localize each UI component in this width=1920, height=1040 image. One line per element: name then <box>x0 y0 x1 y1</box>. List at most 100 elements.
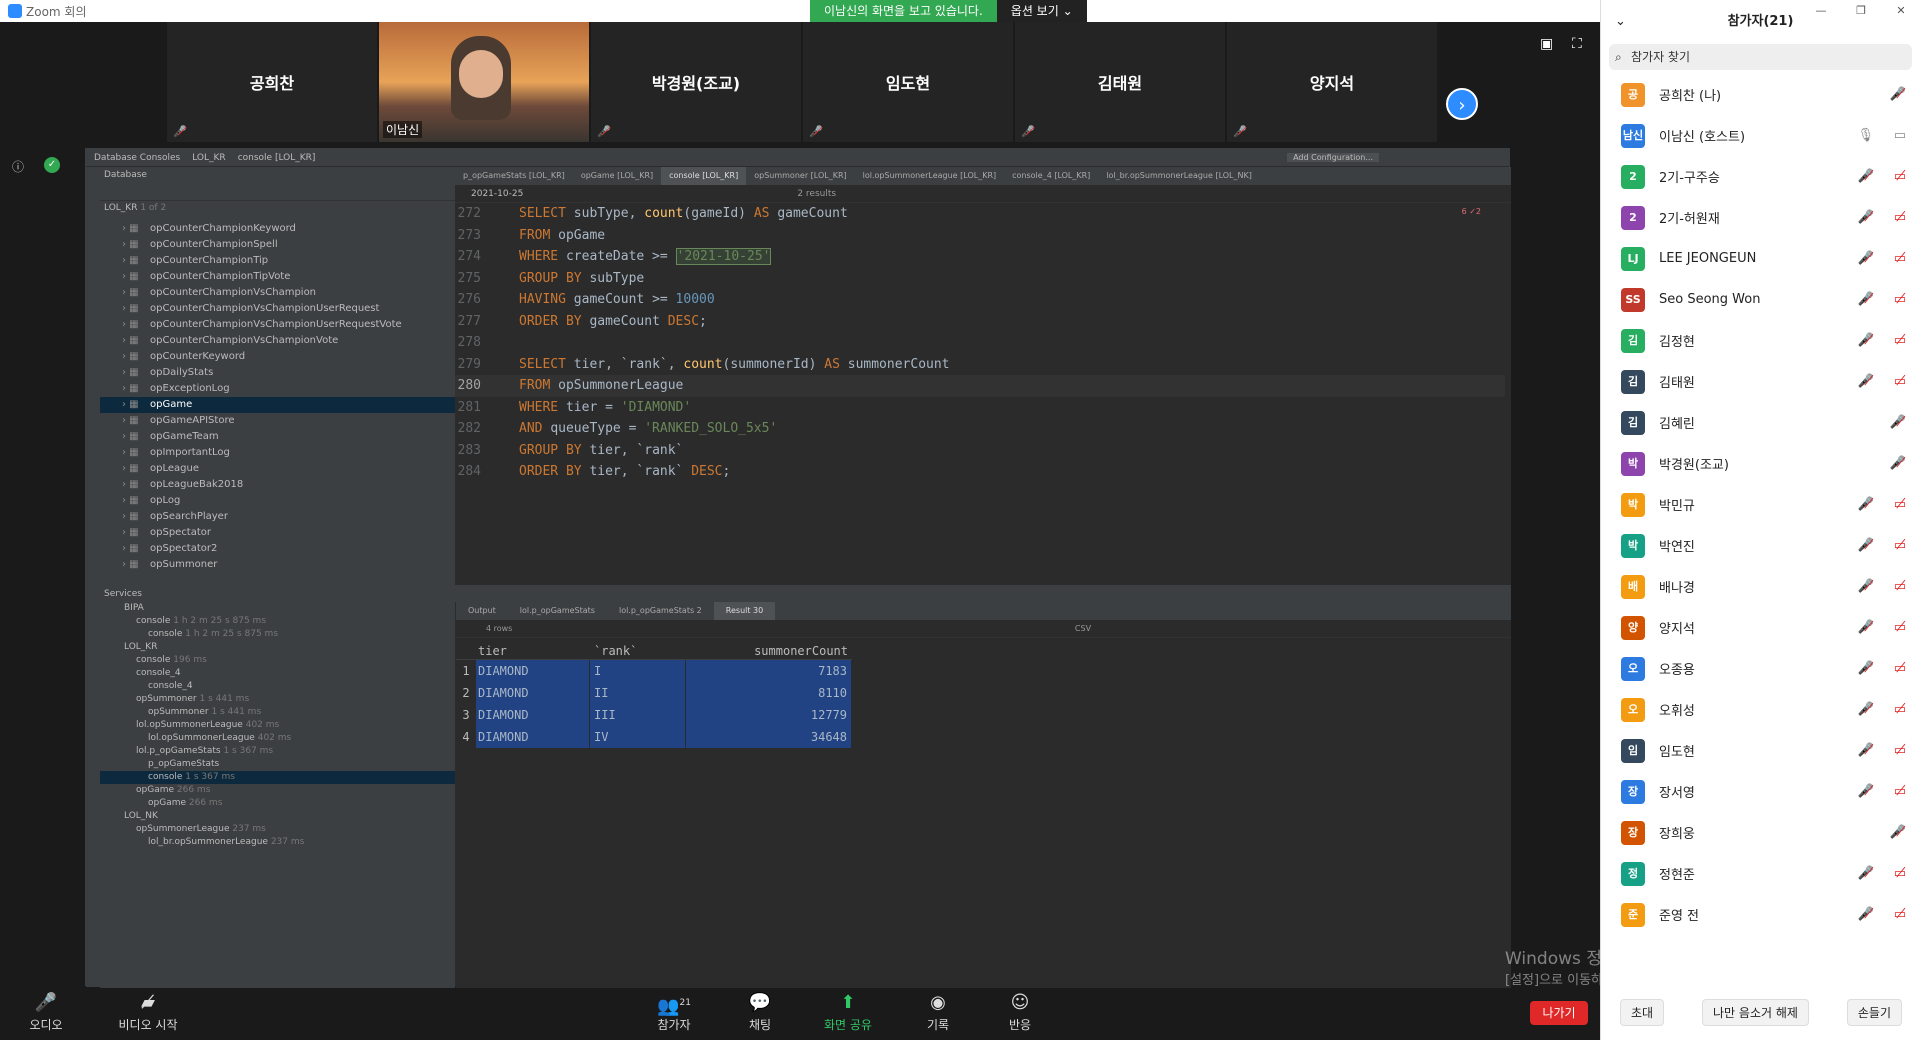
mic-muted-icon[interactable]: 🎤̸ <box>1858 497 1874 512</box>
table-tree-item[interactable]: opLeagueBak2018 <box>100 477 455 493</box>
code-line[interactable]: 279 SELECT tier, `rank`, count(summonerId… <box>455 354 1505 376</box>
code-line[interactable]: 273 FROM opGame <box>455 225 1505 247</box>
code-line[interactable]: 282 AND queueType = 'RANKED_SOLO_5x5' <box>455 418 1505 440</box>
table-tree-item[interactable]: opExceptionLog <box>100 381 455 397</box>
table-cell[interactable]: 7183 <box>686 660 852 682</box>
participant-row[interactable]: 2 2기-허원재 🎤̸ ▭̸ <box>1601 197 1920 238</box>
video-off-icon[interactable]: ▭̸ <box>1894 497 1906 512</box>
mic-muted-icon[interactable]: 🎤̸ <box>1858 538 1874 553</box>
leave-button[interactable]: 나가기 <box>1530 1001 1588 1025</box>
participant-search-input[interactable]: ⌕ 참가자 찾기 <box>1609 44 1912 70</box>
table-row[interactable]: 1 DIAMOND I 7183 <box>456 660 852 682</box>
video-off-icon[interactable]: ▭̸ <box>1894 210 1906 225</box>
mic-muted-icon[interactable]: 🎤̸ <box>1858 333 1874 348</box>
mic-muted-icon[interactable]: 🎤̸ <box>1890 415 1906 430</box>
participant-row[interactable]: 박 박연진 🎤̸ ▭̸ <box>1601 525 1920 566</box>
database-toolbar[interactable] <box>100 183 455 201</box>
service-tree-item[interactable]: console 1 h 2 m 25 s 875 ms <box>100 615 455 628</box>
mic-muted-icon[interactable]: 🎤̸ <box>1890 456 1906 471</box>
video-off-icon[interactable]: ▭̸ <box>1894 579 1906 594</box>
participant-row[interactable]: 공 공희찬 (나) 🎤̸ <box>1601 74 1920 115</box>
add-configuration-button[interactable]: Add Configuration... <box>1287 153 1379 162</box>
table-cell[interactable]: 12779 <box>686 704 852 726</box>
result-tab[interactable]: lol.p_opGameStats <box>508 602 607 620</box>
service-tree-item[interactable]: console 1 s 367 ms <box>100 771 455 784</box>
service-tree-item[interactable]: opSummoner 1 s 441 ms <box>100 706 455 719</box>
table-tree-item[interactable]: opSummoner <box>100 557 455 573</box>
video-off-icon[interactable]: ▭̸ <box>1894 169 1906 184</box>
table-cell[interactable]: 3 <box>456 704 476 726</box>
video-tile[interactable]: 박경원(조교) 🎤̸ <box>591 22 801 142</box>
service-tree-item[interactable]: opSummonerLeague 237 ms <box>100 823 455 836</box>
mic-muted-icon[interactable]: 🎤̸ <box>1858 907 1874 922</box>
video-off-icon[interactable]: ▭̸ <box>1894 251 1906 266</box>
participant-row[interactable]: 김 김혜린 🎤̸ <box>1601 402 1920 443</box>
participant-row[interactable]: 박 박민규 🎤̸ ▭̸ <box>1601 484 1920 525</box>
tool-window-stripe[interactable] <box>86 167 100 987</box>
video-off-icon[interactable]: ▭̸ <box>1894 702 1906 717</box>
service-tree-item[interactable]: opSummoner 1 s 441 ms <box>100 693 455 706</box>
participant-row[interactable]: 배 배나경 🎤̸ ▭̸ <box>1601 566 1920 607</box>
participant-row[interactable]: 양 양지석 🎤̸ ▭̸ <box>1601 607 1920 648</box>
video-on-icon[interactable]: ▭ <box>1894 128 1906 143</box>
participant-row[interactable]: 준 준영 전 🎤̸ ▭̸ <box>1601 894 1920 935</box>
next-page-button[interactable]: › <box>1446 88 1478 120</box>
table-cell[interactable]: I <box>590 660 686 682</box>
service-tree-item[interactable]: console 1 h 2 m 25 s 875 ms <box>100 628 455 641</box>
table-cell[interactable]: 8110 <box>686 682 852 704</box>
participant-row[interactable]: 오 오휘성 🎤̸ ▭̸ <box>1601 689 1920 730</box>
table-cell[interactable]: 2 <box>456 682 476 704</box>
table-tree-item[interactable]: opLog <box>100 493 455 509</box>
service-tree-item[interactable]: lol.p_opGameStats 1 s 367 ms <box>100 745 455 758</box>
table-tree-item[interactable]: opCounterChampionVsChampion <box>100 285 455 301</box>
editor-tab[interactable]: console_4 [LOL_KR] <box>1004 167 1098 185</box>
table-tree-item[interactable]: opGameTeam <box>100 429 455 445</box>
participant-row[interactable]: 장 장희웅 🎤̸ <box>1601 812 1920 853</box>
table-tree-item[interactable]: opCounterKeyword <box>100 349 455 365</box>
service-tree-item[interactable]: LOL_NK <box>100 810 455 823</box>
table-tree-item[interactable]: opCounterChampionTipVote <box>100 269 455 285</box>
service-tree-item[interactable]: LOL_KR <box>100 641 455 654</box>
mic-muted-icon[interactable]: 🎤̸ <box>1858 661 1874 676</box>
reactions-button[interactable]: ☺ 반응 <box>990 990 1050 1033</box>
video-off-icon[interactable]: ▭̸ <box>1894 538 1906 553</box>
table-tree-item[interactable]: opSearchPlayer <box>100 509 455 525</box>
participant-row[interactable]: 오 오종용 🎤̸ ▭̸ <box>1601 648 1920 689</box>
mic-muted-icon[interactable]: 🎤̸ <box>1858 210 1874 225</box>
table-cell[interactable]: IV <box>590 726 686 748</box>
table-tree-item[interactable]: opCounterChampionSpell <box>100 237 455 253</box>
record-button[interactable]: ◉ 기록 <box>908 990 968 1033</box>
table-tree-item[interactable]: opCounterChampionVsChampionUserRequest <box>100 301 455 317</box>
video-tile[interactable]: 양지석 🎤̸ <box>1227 22 1437 142</box>
mic-muted-icon[interactable]: 🎤̸ <box>1858 702 1874 717</box>
service-tree-item[interactable]: opGame 266 ms <box>100 784 455 797</box>
service-tree-item[interactable]: console_4 <box>100 680 455 693</box>
table-row[interactable]: 4 DIAMOND IV 34648 <box>456 726 852 748</box>
mic-muted-icon[interactable]: 🎤̸ <box>1858 743 1874 758</box>
table-cell[interactable]: DIAMOND <box>476 726 590 748</box>
video-off-icon[interactable]: ▭̸ <box>1894 292 1906 307</box>
security-shield-icon[interactable]: ✓ <box>44 157 60 173</box>
mic-muted-icon[interactable]: 🎤̸ <box>1858 620 1874 635</box>
service-tree-item[interactable]: lol.opSummonerLeague 402 ms <box>100 719 455 732</box>
share-screen-button[interactable]: ⬆ 화면 공유 <box>818 990 878 1033</box>
search-input[interactable]: 2021-10-25 <box>471 185 523 202</box>
participant-row[interactable]: 남신 이남신 (호스트) 🎙 ▭ <box>1601 115 1920 156</box>
code-line[interactable]: 274 WHERE createDate >= '2021-10-25' <box>455 246 1505 268</box>
chat-button[interactable]: 💬 채팅 <box>730 990 790 1033</box>
editor-tab[interactable]: lol.opSummonerLeague [LOL_KR] <box>855 167 1005 185</box>
column-header-rank[interactable]: `rank` <box>590 642 686 659</box>
mic-muted-icon[interactable]: 🎤̸ <box>1858 784 1874 799</box>
editor-tab[interactable]: p_opGameStats [LOL_KR] <box>455 167 573 185</box>
mic-muted-icon[interactable]: 🎤̸ <box>1858 292 1874 307</box>
table-cell[interactable]: DIAMOND <box>476 660 590 682</box>
table-cell[interactable]: 1 <box>456 660 476 682</box>
video-tile[interactable]: 임도현 🎤̸ <box>803 22 1013 142</box>
table-cell[interactable]: 34648 <box>686 726 852 748</box>
video-tile[interactable]: 김태원 🎤̸ <box>1015 22 1225 142</box>
mic-muted-icon[interactable]: 🎤̸ <box>1858 866 1874 881</box>
service-tree-item[interactable]: opGame 266 ms <box>100 797 455 810</box>
result-tab[interactable]: lol.p_opGameStats 2 <box>607 602 714 620</box>
participant-row[interactable]: 임 임도현 🎤̸ ▭̸ <box>1601 730 1920 771</box>
participant-row[interactable]: SS Seo Seong Won 🎤̸ ▭̸ <box>1601 279 1920 320</box>
